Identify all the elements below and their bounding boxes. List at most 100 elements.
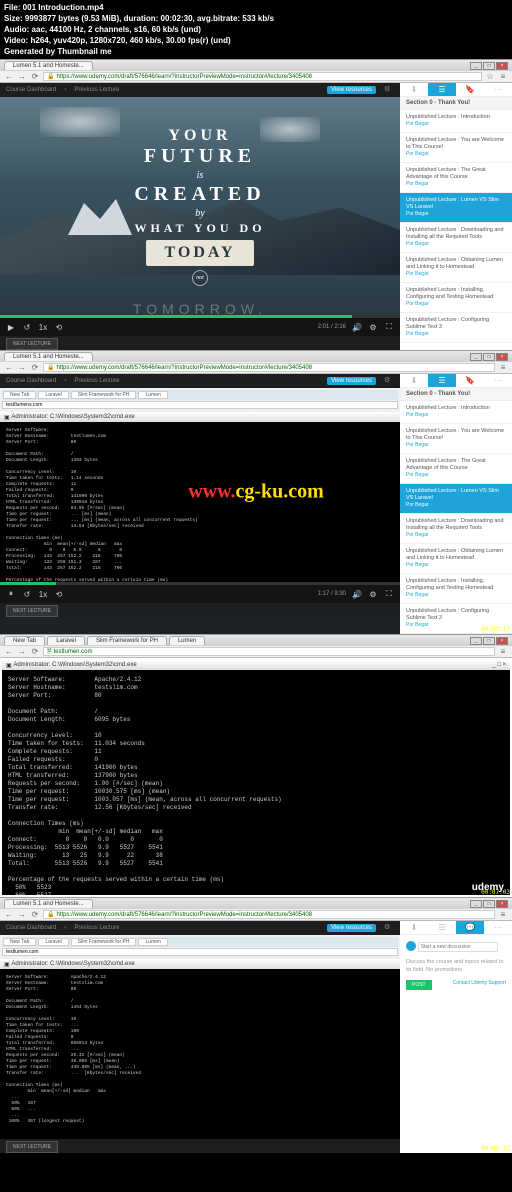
inner-tab[interactable]: Lumen xyxy=(138,938,167,946)
reload-icon[interactable]: ⟳ xyxy=(30,910,40,920)
url-input[interactable]: 🔒https://www.udemy.com/draft/576646/lear… xyxy=(43,910,495,919)
pause-icon[interactable]: ⏸ xyxy=(6,589,16,599)
inner-tab[interactable]: Slim Framework for PH xyxy=(71,938,137,946)
back-icon[interactable]: ← xyxy=(4,363,14,373)
view-resources-button[interactable]: View resources xyxy=(327,377,376,385)
inner-tab[interactable]: New Tab xyxy=(3,938,36,946)
settings-icon[interactable]: ⚙ xyxy=(368,590,378,599)
lecture-item[interactable]: Unpublished Lecture : Configuring Sublim… xyxy=(400,313,512,343)
volume-icon[interactable]: 🔊 xyxy=(352,590,362,599)
menu-icon[interactable]: ≡ xyxy=(498,363,508,373)
browser-tab[interactable]: Lumen 5.1 and Homeste... xyxy=(4,899,93,908)
chevron-left-icon[interactable]: ‹ xyxy=(64,87,66,93)
minimize-icon[interactable]: _ xyxy=(470,62,482,70)
video-progress-bar[interactable] xyxy=(0,315,400,318)
minimize-icon[interactable]: _ xyxy=(470,637,482,645)
forward-icon[interactable]: → xyxy=(17,910,27,920)
tab-download-icon[interactable]: ⬇ xyxy=(400,83,428,97)
next-lecture-button[interactable]: NEXT LECTURE xyxy=(6,605,58,617)
menu-icon[interactable]: ≡ xyxy=(498,910,508,920)
lecture-item[interactable]: Unpublished Lecture : Obtaining Lumen an… xyxy=(400,253,512,283)
chevron-left-icon[interactable]: ‹ xyxy=(64,925,66,931)
lecture-item[interactable]: Unpublished Lecture : IntroductionPor Be… xyxy=(400,401,512,424)
star-icon[interactable]: ☆ xyxy=(485,72,495,82)
back-icon[interactable]: ← xyxy=(4,72,14,82)
fullscreen-icon[interactable]: ⛶ xyxy=(384,322,394,332)
maximize-icon[interactable]: □ xyxy=(483,637,495,645)
course-dashboard-link[interactable]: Course Dashboard xyxy=(6,925,56,931)
speed-button[interactable]: 1x xyxy=(38,323,48,332)
loop-icon[interactable]: ⟲ xyxy=(54,590,64,599)
browser-tab[interactable]: Lumen 5.1 and Homeste... xyxy=(4,61,93,70)
inner-tab[interactable]: Laravel xyxy=(38,938,68,946)
lecture-item[interactable]: Unpublished Lecture : Lumen VS Slim VS L… xyxy=(400,484,512,514)
tab-curriculum-icon[interactable]: ☰ xyxy=(428,374,456,388)
browser-tab[interactable]: Lumen xyxy=(169,636,205,645)
minimize-icon[interactable]: _ xyxy=(470,900,482,908)
reload-icon[interactable]: ⟳ xyxy=(30,363,40,373)
url-input[interactable]: 🔒https://www.udemy.com/draft/576646/lear… xyxy=(43,363,495,372)
video-player[interactable]: New Tab Laravel Slim Framework for PH Lu… xyxy=(0,935,400,1139)
browser-tab[interactable]: Slim Framework for PH xyxy=(87,636,167,645)
lecture-item[interactable]: Unpublished Lecture : The Great Advantag… xyxy=(400,454,512,484)
lecture-item[interactable]: Unpublished Lecture : You are Welcome to… xyxy=(400,133,512,163)
tab-discussion-icon[interactable]: 💬 xyxy=(456,921,484,935)
maximize-icon[interactable]: □ xyxy=(483,900,495,908)
forward-icon[interactable]: → xyxy=(17,647,27,657)
next-lecture-button[interactable]: NEXT LECTURE xyxy=(6,1141,58,1153)
previous-lecture-link[interactable]: Previous Lecture xyxy=(74,378,119,384)
fullscreen-icon[interactable]: ⛶ xyxy=(384,589,394,599)
chevron-left-icon[interactable]: ‹ xyxy=(64,378,66,384)
speed-button[interactable]: 1x xyxy=(38,590,48,599)
tab-curriculum-icon[interactable]: ☰ xyxy=(428,83,456,97)
lecture-item[interactable]: Unpublished Lecture : Installing, Config… xyxy=(400,574,512,604)
tab-download-icon[interactable]: ⬇ xyxy=(400,921,428,935)
close-icon[interactable]: × xyxy=(496,62,508,70)
play-icon[interactable]: ▶ xyxy=(6,323,16,332)
browser-tab[interactable]: New Tab xyxy=(4,636,45,645)
close-icon[interactable]: × xyxy=(496,637,508,645)
video-progress-bar[interactable] xyxy=(0,582,400,585)
reload-icon[interactable]: ⟳ xyxy=(30,72,40,82)
maximize-icon[interactable]: □ xyxy=(483,62,495,70)
video-player[interactable]: New Tab Laravel Slim Framework for PH Lu… xyxy=(0,388,400,603)
menu-icon[interactable]: ≡ xyxy=(498,72,508,82)
inner-tab[interactable]: New Tab xyxy=(3,391,36,399)
course-dashboard-link[interactable]: Course Dashboard xyxy=(6,87,56,93)
view-resources-button[interactable]: View resources xyxy=(327,924,376,932)
lecture-item[interactable]: Unpublished Lecture : Lumen VS Slim VS L… xyxy=(400,193,512,223)
lecture-item[interactable]: Unpublished Lecture : IntroductionPor Be… xyxy=(400,110,512,133)
menu-icon[interactable]: ≡ xyxy=(498,647,508,657)
post-button[interactable]: POST xyxy=(406,980,432,990)
section-header[interactable]: Section 0 - Thank You! xyxy=(400,97,512,110)
inner-tab[interactable]: Laravel xyxy=(38,391,68,399)
previous-lecture-link[interactable]: Previous Lecture xyxy=(74,925,119,931)
lecture-item[interactable]: Unpublished Lecture : Downloading and In… xyxy=(400,514,512,544)
section-header[interactable]: Section 0 - Thank You! xyxy=(400,388,512,401)
tab-more-icon[interactable]: ⋯ xyxy=(484,374,512,388)
view-resources-button[interactable]: View resources xyxy=(327,86,376,94)
tab-more-icon[interactable]: ⋯ xyxy=(484,921,512,935)
lecture-item[interactable]: Unpublished Lecture : Downloading and In… xyxy=(400,223,512,253)
tab-download-icon[interactable]: ⬇ xyxy=(400,374,428,388)
maximize-icon[interactable]: □ xyxy=(483,353,495,361)
course-dashboard-link[interactable]: Course Dashboard xyxy=(6,378,56,384)
rewind-icon[interactable]: ↺ xyxy=(22,590,32,599)
close-icon[interactable]: × xyxy=(496,353,508,361)
volume-icon[interactable]: 🔊 xyxy=(352,323,362,332)
loop-icon[interactable]: ⟲ xyxy=(54,323,64,332)
inner-tab[interactable]: Slim Framework for PH xyxy=(71,391,137,399)
inner-tab[interactable]: Lumen xyxy=(138,391,167,399)
rewind-icon[interactable]: ↺ xyxy=(22,323,32,332)
back-icon[interactable]: ← xyxy=(4,910,14,920)
minimize-icon[interactable]: _ xyxy=(470,353,482,361)
url-input[interactable]: 🗎 testlumen.com xyxy=(43,647,495,656)
next-lecture-button[interactable]: NEXT LECTURE xyxy=(6,338,58,350)
forward-icon[interactable]: → xyxy=(17,72,27,82)
forward-icon[interactable]: → xyxy=(17,363,27,373)
back-icon[interactable]: ← xyxy=(4,647,14,657)
inner-url-input[interactable]: testlumen.com xyxy=(2,948,398,956)
gear-icon[interactable]: ⚙ xyxy=(384,923,394,933)
tab-bookmark-icon[interactable]: 🔖 xyxy=(456,374,484,388)
lecture-item[interactable]: Unpublished Lecture : Obtaining Lumen an… xyxy=(400,544,512,574)
